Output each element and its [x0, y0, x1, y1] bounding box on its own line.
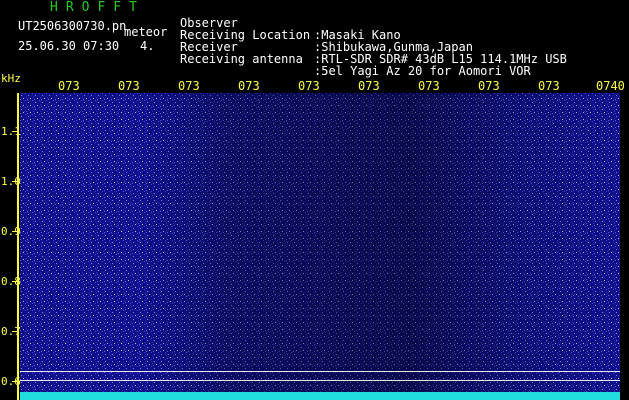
y-tick-mark [12, 281, 18, 282]
waterfall-canvas [20, 93, 620, 400]
spectrum-band [20, 392, 620, 400]
y-tick-label: 1.1 [1, 125, 21, 138]
y-tick-mark [12, 381, 18, 382]
marker-line [20, 371, 620, 372]
filename-label: UT2506300730.pn [18, 19, 127, 33]
app-title: HROFFT [50, 0, 145, 15]
x-tick-label: 073 [238, 79, 260, 93]
y-tick-mark [12, 181, 18, 182]
x-tick-label: 073 [118, 79, 140, 93]
x-tick-label: 0740 [596, 79, 625, 93]
x-tick-label: 073 [478, 79, 500, 93]
y-tick-label: 0.8 [1, 275, 21, 288]
y-tick-mark [12, 131, 18, 132]
x-tick-label: 073 [358, 79, 380, 93]
info-label-antenna: Receiving antenna [180, 52, 303, 66]
y-tick-label: 0.9 [1, 225, 21, 238]
marker-line [20, 380, 620, 381]
x-tick-label: 073 [178, 79, 200, 93]
count-label: 4. [140, 39, 155, 53]
y-tick-label: 0.6 [1, 375, 21, 388]
y-tick-mark [12, 231, 18, 232]
x-tick-label: 073 [298, 79, 320, 93]
y-tick-label: 1.0 [1, 175, 21, 188]
x-tick-label: 073 [58, 79, 80, 93]
x-tick-label: 073 [418, 79, 440, 93]
waterfall-spectrogram [20, 93, 620, 400]
y-tick-mark [12, 331, 18, 332]
info-value-antenna: :5el Yagi Az 20 for Aomori VOR [314, 64, 531, 78]
datetime-label: 25.06.30 07:30 [18, 39, 120, 53]
y-tick-label: 0.7 [1, 325, 21, 338]
axis-unit-label: kHz [1, 72, 21, 85]
x-tick-label: 073 [538, 79, 560, 93]
y-axis-line [17, 93, 19, 400]
info-antenna: Receiving antenna :5el Yagi Az 20 for Ao… [180, 41, 531, 77]
detection-tag: meteor [124, 25, 168, 39]
